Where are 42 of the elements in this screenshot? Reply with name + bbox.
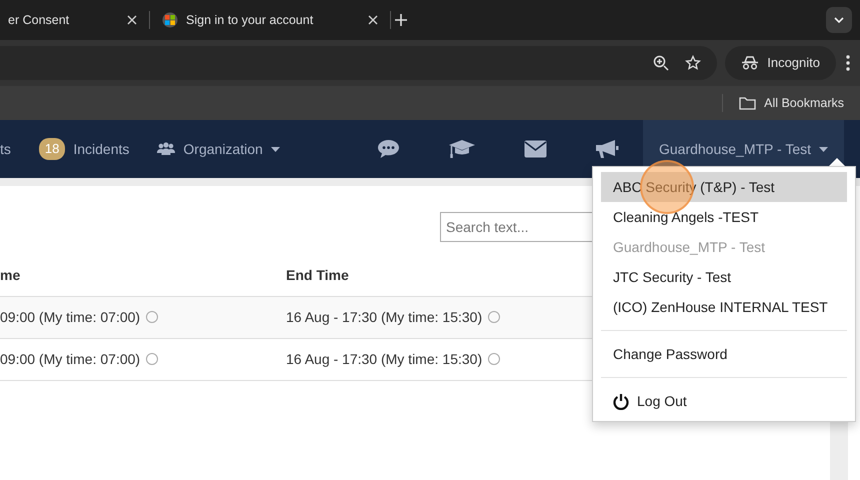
- more-menu-icon[interactable]: [844, 54, 852, 72]
- zoom-in-icon[interactable]: [653, 55, 670, 71]
- browser-tab[interactable]: er Consent: [0, 0, 145, 40]
- chat-icon[interactable]: [376, 139, 400, 159]
- power-icon: [613, 392, 629, 410]
- folder-icon: [739, 96, 756, 110]
- menu-item: Guardhouse_MTP - Test: [612, 238, 766, 257]
- graduation-cap-icon[interactable]: [448, 139, 476, 159]
- clock-icon: [146, 310, 158, 322]
- star-icon[interactable]: [685, 55, 702, 71]
- clock-icon: [146, 352, 158, 364]
- table-cell: 09:00 (My time: 07:00): [0, 350, 140, 366]
- menu-item[interactable]: JTC Security - Test: [601, 262, 847, 292]
- incognito-icon: [741, 56, 760, 70]
- close-icon[interactable]: [368, 15, 378, 25]
- new-tab-icon[interactable]: [395, 14, 407, 26]
- group-icon: [157, 142, 176, 156]
- envelope-icon[interactable]: [524, 140, 547, 158]
- nav-link[interactable]: Organization: [157, 138, 280, 160]
- menu-item[interactable]: Log Out: [601, 386, 847, 416]
- clock-icon: [488, 352, 500, 364]
- caret-icon: [270, 146, 280, 152]
- incognito-button[interactable]: Incognito: [725, 46, 836, 80]
- menu-item[interactable]: Cleaning Angels -TEST: [601, 202, 847, 232]
- tab-list-button[interactable]: [826, 7, 852, 33]
- nav-link[interactable]: ts: [0, 138, 11, 160]
- menu-item[interactable]: (ICO) ZenHouse INTERNAL TEST: [601, 292, 847, 322]
- clock-icon: [488, 310, 500, 322]
- menu-item[interactable]: Change Password: [601, 339, 847, 369]
- nav-link[interactable]: 18 Incidents: [38, 138, 130, 160]
- count-badge: 18: [38, 138, 66, 160]
- site-logo-icon: [162, 12, 178, 28]
- table-cell: 09:00 (My time: 07:00): [0, 308, 140, 324]
- table-cell: 16 Aug - 17:30 (My time: 15:30): [286, 308, 482, 324]
- caret-icon: [819, 146, 828, 152]
- browser-tab[interactable]: Sign in to your account: [154, 0, 386, 40]
- megaphone-icon[interactable]: [594, 139, 619, 159]
- column-header: me: [0, 256, 286, 296]
- table-cell: 16 Aug - 17:30 (My time: 15:30): [286, 350, 482, 366]
- close-icon[interactable]: [127, 15, 137, 25]
- bookmark-folder[interactable]: All Bookmarks: [739, 94, 844, 112]
- chevron-down-icon: [834, 17, 844, 23]
